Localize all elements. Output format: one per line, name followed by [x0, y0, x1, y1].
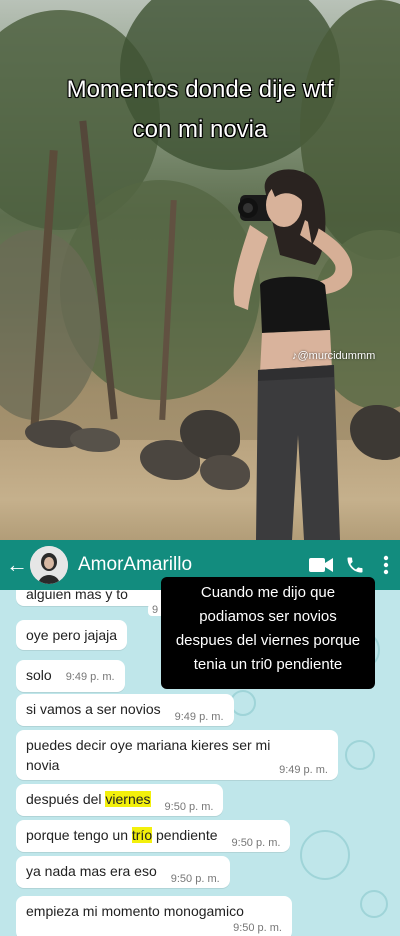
- message-time: 9:50 p. m.: [164, 801, 214, 813]
- message-text: después del: [26, 791, 106, 807]
- wallpaper-doodle: [360, 890, 388, 918]
- wallpaper-doodle: [345, 740, 375, 770]
- wallpaper-doodle: [300, 830, 350, 880]
- back-arrow-icon[interactable]: ←: [0, 552, 30, 578]
- avatar[interactable]: [30, 546, 68, 584]
- highlighted-word: trío: [131, 827, 153, 843]
- message-text: empieza mi momento monogamico: [26, 903, 244, 919]
- video-title: Momentos donde dije wtf con mi novia: [0, 70, 400, 150]
- caption-line: podiamos ser novios: [199, 608, 337, 625]
- avatar-image: [30, 546, 68, 584]
- message-bubble[interactable]: solo 9:49 p. m.: [16, 660, 125, 692]
- video-frame: Momentos donde dije wtf con mi novia ♪@m…: [0, 0, 400, 540]
- caption-overlay: Cuando me dijo que podiamos ser novios d…: [161, 577, 375, 689]
- tiktok-watermark: ♪@murcidummm: [292, 350, 375, 362]
- message-bubble[interactable]: empieza mi momento monogamico 9:50 p. m.: [16, 896, 292, 936]
- message-bubble[interactable]: porque tengo un trío pendiente 9:50 p. m.: [16, 820, 291, 852]
- message-time: 9:50 p. m.: [170, 873, 220, 885]
- message-time: 9:49 p. m.: [279, 764, 328, 776]
- message-bubble[interactable]: puedes decir oye mariana kieres ser mi n…: [16, 730, 338, 780]
- message-text: si vamos a ser novios: [26, 701, 161, 717]
- message-time: 9:50 p. m.: [231, 837, 281, 849]
- caption-line: tenia un tri0 pendiente: [193, 656, 343, 673]
- message-text: oye pero jajaja: [26, 627, 118, 643]
- message-bubble[interactable]: después del viernes 9:50 p. m.: [16, 784, 224, 816]
- contact-name[interactable]: AmorAmarillo: [78, 554, 304, 576]
- message-text: alguien mas y to: [26, 590, 128, 602]
- video-title-line2: con mi novia: [132, 116, 268, 143]
- message-bubble[interactable]: ya nada mas era eso 9:50 p. m.: [16, 856, 230, 888]
- message-time: 9:50 p. m.: [233, 922, 282, 934]
- message-time: 9:49 p. m.: [65, 671, 115, 683]
- message-text: solo: [26, 667, 52, 683]
- message-time: 9:49 p. m.: [174, 711, 224, 723]
- caption-line: despues del viernes porque: [175, 632, 361, 649]
- message-bubble[interactable]: si vamos a ser novios 9:49 p. m.: [16, 694, 234, 726]
- caption-line: Cuando me dijo que: [200, 584, 336, 601]
- message-text: puedes decir oye mariana kieres ser mi: [26, 737, 271, 753]
- more-vert-icon[interactable]: [372, 540, 400, 590]
- message-text: porque tengo un: [26, 827, 132, 843]
- message-text: pendiente: [152, 827, 218, 843]
- video-title-line1: Momentos donde dije wtf: [66, 76, 334, 103]
- wallpaper-doodle: [230, 690, 256, 716]
- message-bubble[interactable]: oye pero jajaja: [16, 620, 128, 650]
- highlighted-word: viernes: [105, 791, 151, 807]
- watermark-handle: @murcidummm: [297, 350, 376, 362]
- message-bubble[interactable]: alguien mas y to: [16, 590, 166, 606]
- message-text: ya nada mas era eso: [26, 863, 157, 879]
